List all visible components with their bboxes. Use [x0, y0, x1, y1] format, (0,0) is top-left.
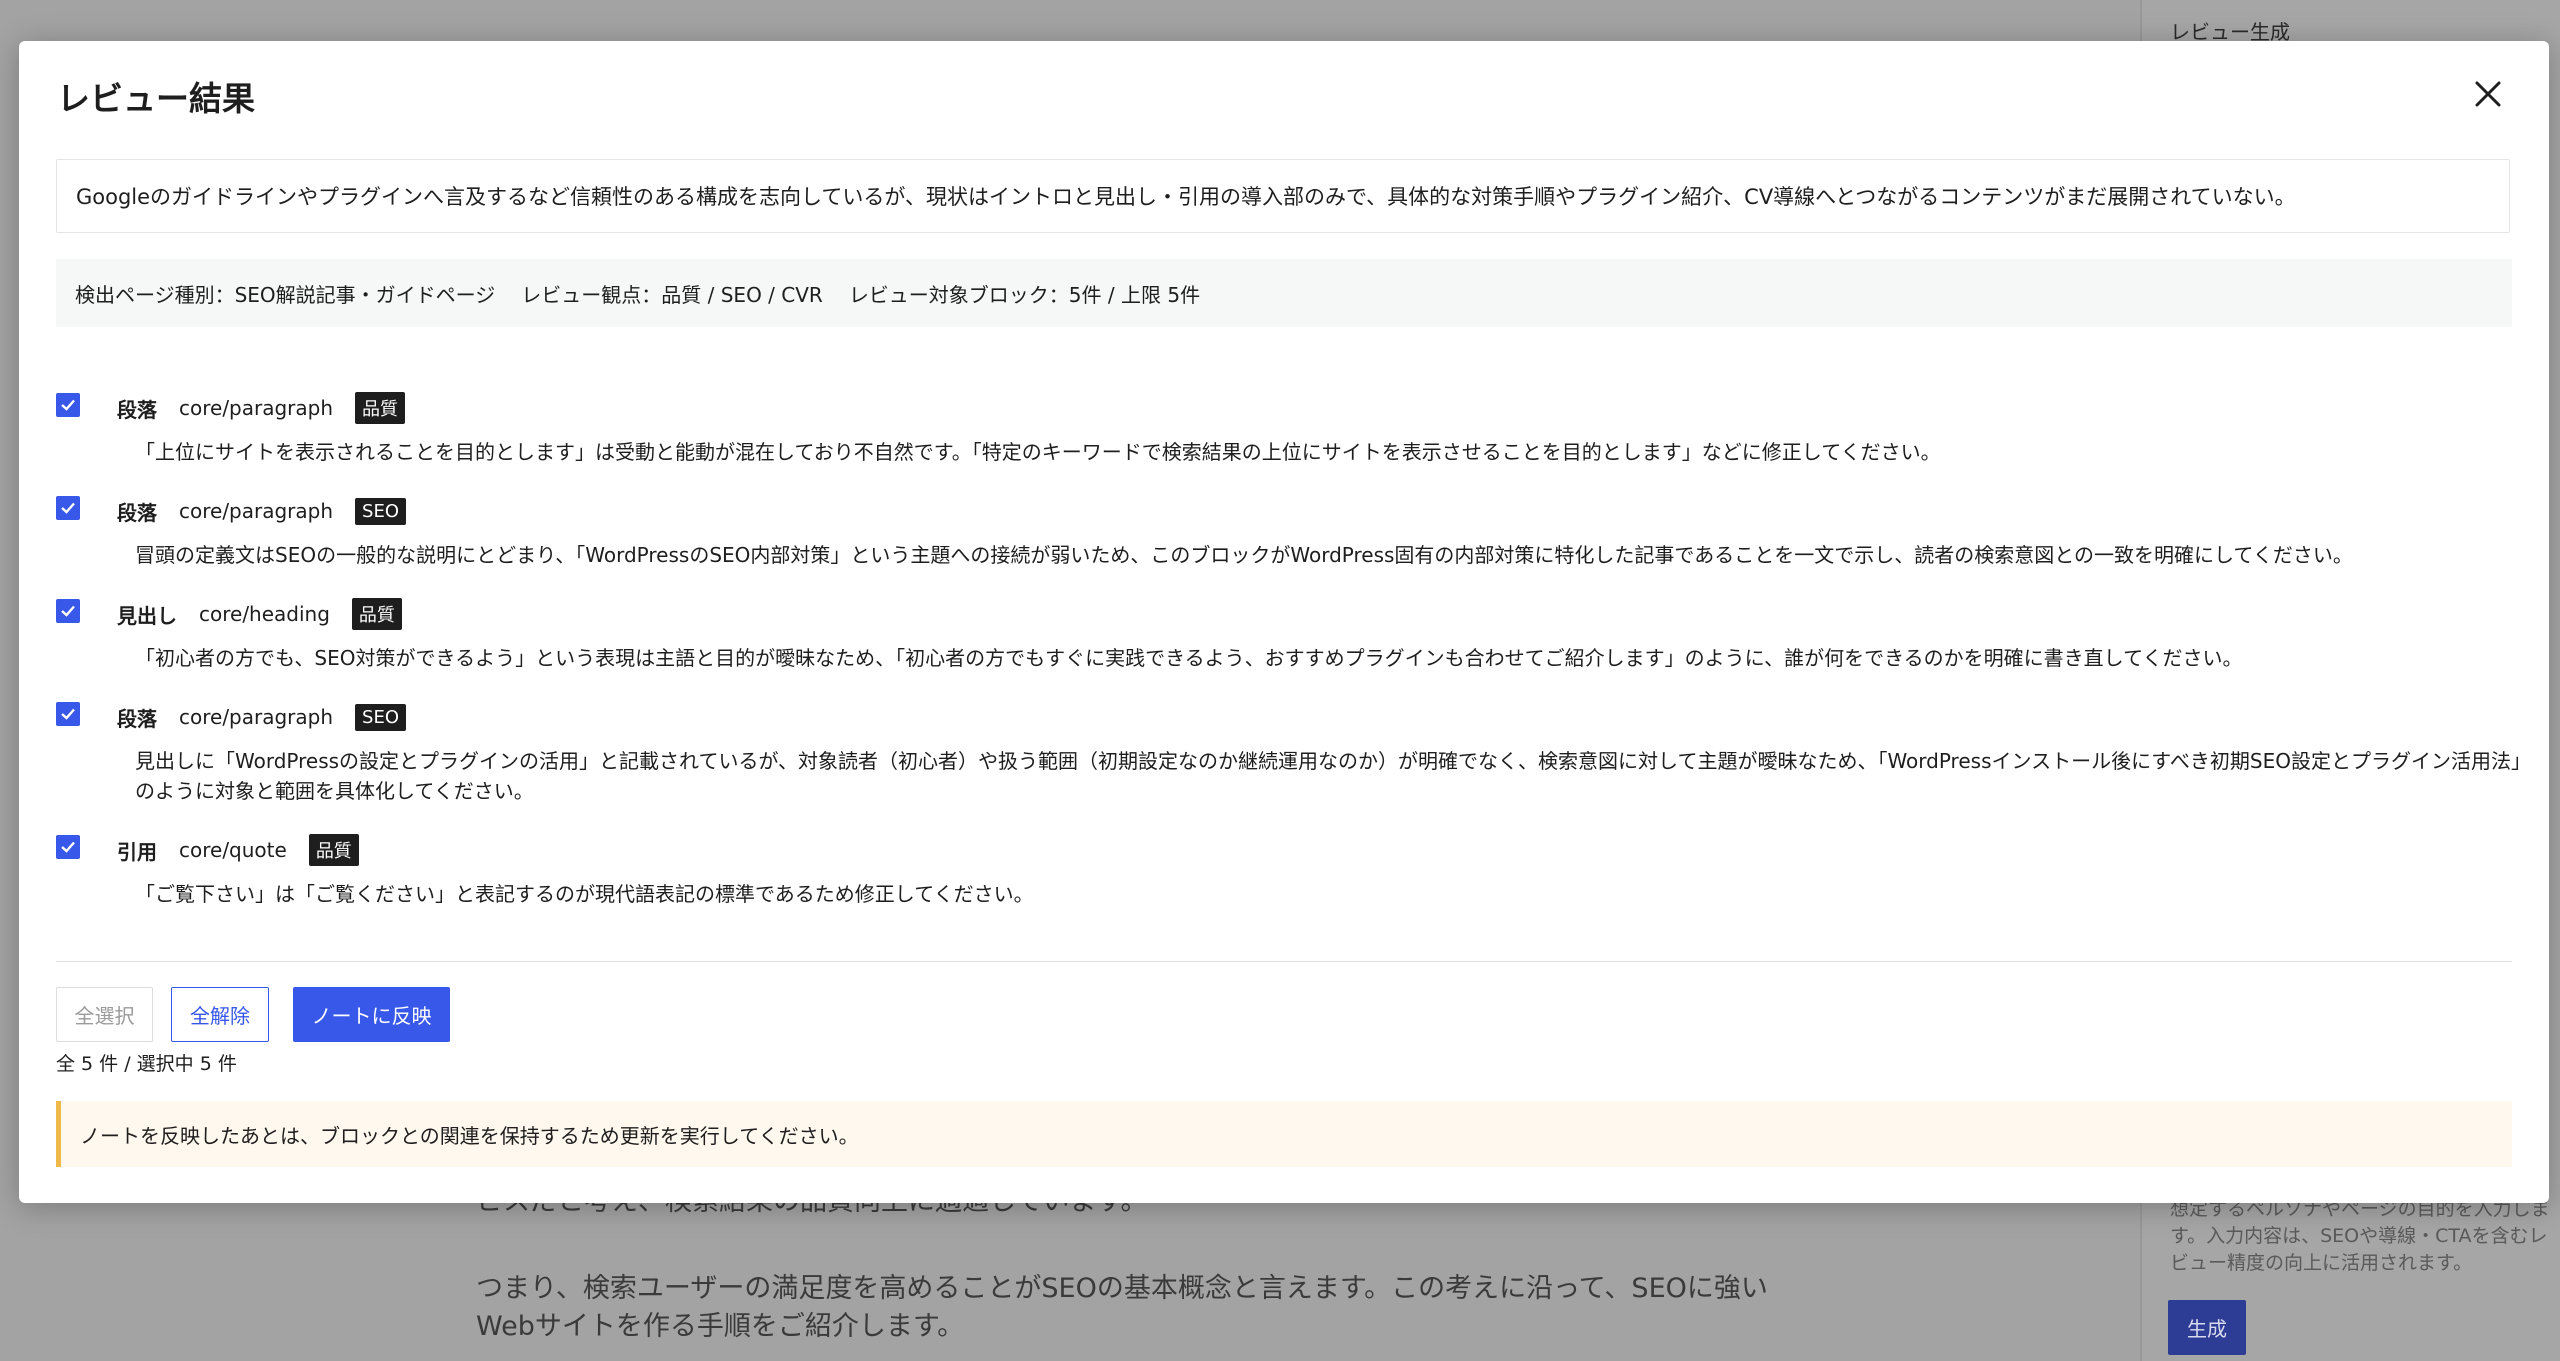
check-icon	[61, 502, 75, 514]
review-perspective-text: レビュー観点：品質 / SEO / CVR	[521, 282, 823, 307]
block-name: core/paragraph	[179, 705, 334, 729]
review-item-header: 段落 core/paragraph SEO	[117, 496, 407, 526]
close-button[interactable]	[2465, 71, 2511, 117]
notice-text: ノートを反映したあとは、ブロックとの関連を保持するため更新を実行してください。	[80, 1123, 859, 1148]
check-icon	[61, 399, 75, 411]
editor-text-line: つまり、検索ユーザーの満足度を高めることがSEOの基本概念と言えます。この考えに…	[476, 1273, 1768, 1304]
review-item-header: 見出し core/heading 品質	[117, 598, 402, 630]
category-badge: SEO	[355, 497, 407, 525]
check-icon	[61, 841, 75, 853]
notice-banner: ノートを反映したあとは、ブロックとの関連を保持するため更新を実行してください。	[56, 1101, 2512, 1167]
block-name: core/paragraph	[179, 499, 334, 523]
review-item-header: 段落 core/paragraph 品質	[117, 392, 406, 424]
block-label: 段落	[117, 706, 157, 731]
clear-all-button[interactable]: 全解除	[171, 987, 269, 1042]
block-label: 段落	[117, 397, 157, 422]
close-icon	[2475, 81, 2501, 107]
modal-title: レビュー結果	[57, 79, 255, 118]
review-item-text: 「ご覧下さい」は「ご覧ください」と表記するのが現代語表記の標準であるため修正して…	[135, 882, 1034, 906]
sidebar-help-text: 想定するペルソナやページの目的を入力しま す。入力内容は、SEOや導線・CTAを…	[2170, 1198, 2550, 1274]
block-name: core/quote	[179, 838, 287, 862]
block-label: 段落	[117, 500, 157, 525]
selection-count: 全 5 件 / 選択中 5 件	[56, 1053, 237, 1075]
review-item-checkbox[interactable]	[56, 835, 80, 859]
target-blocks-text: レビュー対象ブロック：5件 / 上限 5件	[848, 282, 1201, 307]
review-summary: Googleのガイドラインやプラグインへ言及するなど信頼性のある構成を志向してい…	[56, 159, 2510, 233]
review-item-text: 見出しに「WordPressの設定とプラグインの活用」と記載されているが、対象読…	[135, 749, 2531, 773]
category-badge: 品質	[308, 834, 359, 866]
review-summary-text: Googleのガイドラインやプラグインへ言及するなど信頼性のある構成を志向してい…	[76, 185, 2296, 209]
divider	[56, 961, 2512, 962]
review-item-text: 「初心者の方でも、SEO対策ができるよう」という表現は主語と目的が曖昧なため、「…	[135, 646, 2243, 670]
block-label: 引用	[117, 839, 157, 864]
review-item-checkbox[interactable]	[56, 599, 80, 623]
review-item-checkbox[interactable]	[56, 393, 80, 417]
block-label: 見出し	[117, 603, 177, 628]
category-badge: 品質	[351, 598, 402, 630]
check-icon	[61, 708, 75, 720]
review-item-text: 「上位にサイトを表示されることを目的とします」は受動と能動が混在しており不自然で…	[135, 440, 1941, 464]
select-all-button[interactable]: 全選択	[56, 987, 153, 1042]
page-type-text: 検出ページ種別：SEO解説記事・ガイドページ	[75, 282, 496, 307]
review-item-header: 段落 core/paragraph SEO	[117, 702, 407, 732]
apply-to-notes-button[interactable]: ノートに反映	[293, 987, 450, 1042]
review-item-text: 冒頭の定義文はSEOの一般的な説明にとどまり、「WordPressのSEO内部対…	[135, 543, 2353, 567]
review-item-text: のように対象と範囲を具体化してください。	[135, 779, 534, 803]
editor-text-line: Webサイトを作る手順をご紹介します。	[476, 1311, 965, 1342]
review-results-modal: レビュー結果 Googleのガイドラインやプラグインへ言及するなど信頼性のある構…	[19, 41, 2549, 1203]
review-meta: 検出ページ種別：SEO解説記事・ガイドページ レビュー観点：品質 / SEO /…	[56, 259, 2512, 327]
generate-button[interactable]: 生成	[2168, 1300, 2246, 1355]
block-name: core/heading	[199, 602, 330, 626]
check-icon	[61, 605, 75, 617]
review-item-header: 引用 core/quote 品質	[117, 834, 359, 866]
category-badge: SEO	[355, 703, 407, 731]
review-item-checkbox[interactable]	[56, 702, 80, 726]
category-badge: 品質	[355, 392, 406, 424]
block-name: core/paragraph	[179, 396, 334, 420]
review-item-checkbox[interactable]	[56, 496, 80, 520]
